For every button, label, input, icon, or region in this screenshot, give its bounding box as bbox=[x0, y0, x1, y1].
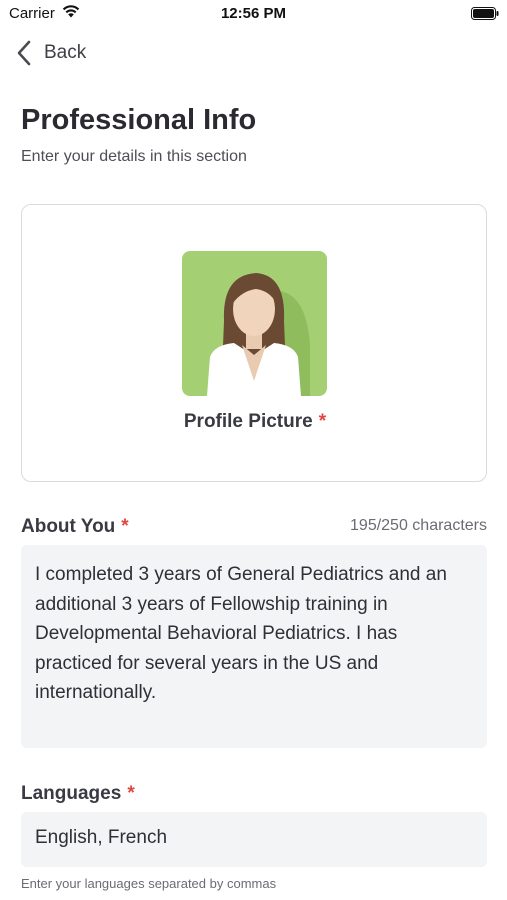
back-button[interactable]: Back bbox=[16, 38, 86, 68]
profile-picture-avatar[interactable] bbox=[182, 251, 327, 396]
page-title: Professional Info bbox=[21, 104, 257, 136]
required-asterisk: * bbox=[318, 411, 327, 432]
required-asterisk: * bbox=[121, 516, 129, 537]
back-label: Back bbox=[44, 42, 87, 63]
page-subtitle: Enter your details in this section bbox=[21, 148, 247, 165]
battery-icon bbox=[471, 7, 499, 20]
character-counter: 195/250 characters bbox=[350, 517, 487, 534]
languages-input[interactable]: English, French bbox=[21, 812, 487, 867]
screen: Carrier 12:56 PM Back Professional Info … bbox=[0, 0, 507, 900]
profile-picture-card: Profile Picture * bbox=[21, 204, 487, 482]
required-asterisk: * bbox=[127, 783, 135, 804]
about-you-textarea[interactable]: I completed 3 years of General Pediatric… bbox=[21, 545, 487, 748]
about-you-label: About You * bbox=[21, 516, 129, 537]
profile-picture-label: Profile Picture * bbox=[183, 411, 327, 432]
doctor-avatar-image bbox=[182, 251, 327, 396]
chevron-left-icon bbox=[17, 40, 31, 66]
languages-label: Languages * bbox=[21, 783, 135, 804]
languages-helper-text: Enter your languages separated by commas bbox=[21, 876, 277, 891]
clock: 12:56 PM bbox=[220, 5, 287, 22]
status-bar: Carrier 12:56 PM bbox=[0, 0, 507, 28]
